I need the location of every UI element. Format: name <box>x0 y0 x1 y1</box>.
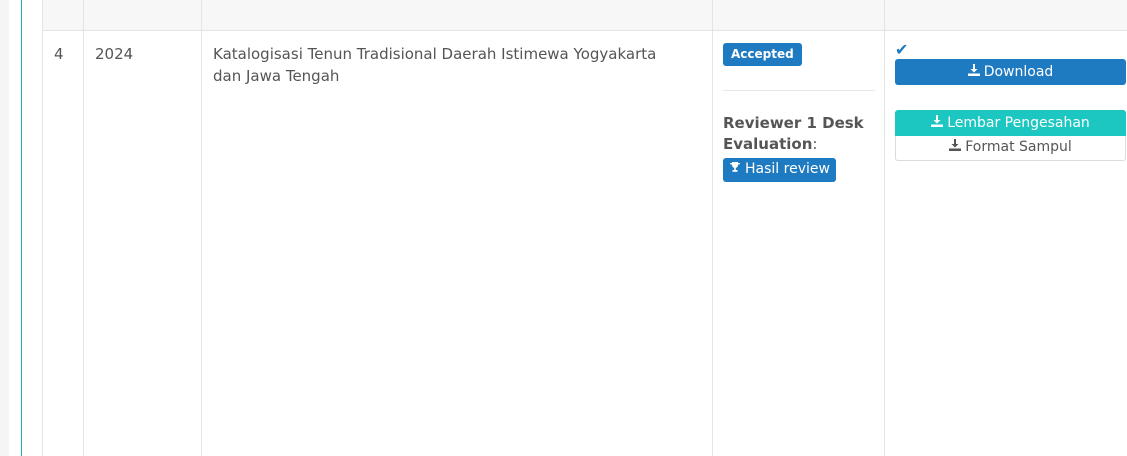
proposal-table: 4 2024 Katalogisasi Tenun Tradisional Da… <box>42 0 1127 456</box>
proposal-table-wrap: 4 2024 Katalogisasi Tenun Tradisional Da… <box>42 0 1127 456</box>
proposal-title: Katalogisasi Tenun Tradisional Daerah Is… <box>202 31 712 87</box>
check-icon: ✔ <box>895 40 909 59</box>
download-icon <box>949 136 962 158</box>
reviewer-label-text: Reviewer 1 Desk Evaluation <box>723 114 864 153</box>
status-badge: Accepted <box>723 43 802 66</box>
proposal-title-line2: dan Jawa Tengah <box>213 67 340 85</box>
lembar-pengesahan-button[interactable]: Lembar Pengesahan <box>895 110 1126 136</box>
reviewer-label: Reviewer 1 Desk Evaluation: <box>723 113 874 155</box>
actions-cell: ✔ Download Lembar Pengesahan Format Samp… <box>884 30 1127 456</box>
title-cell: Katalogisasi Tenun Tradisional Daerah Is… <box>201 30 713 456</box>
left-gutter <box>0 0 9 456</box>
row-number-cell: 4 <box>42 30 84 456</box>
download-label: Download <box>983 64 1054 80</box>
proposal-title-line1: Katalogisasi Tenun Tradisional Daerah Is… <box>213 45 657 63</box>
header-cell <box>712 0 885 31</box>
status-cell: Accepted Reviewer 1 Desk Evaluation: Has… <box>712 30 885 456</box>
table-header-row <box>42 0 1127 31</box>
header-cell <box>201 0 713 31</box>
download-icon <box>931 110 944 136</box>
format-sampul-label: Format Sampul <box>965 139 1072 155</box>
row-year: 2024 <box>95 45 134 63</box>
trophy-icon <box>729 161 741 178</box>
table-row: 4 2024 Katalogisasi Tenun Tradisional Da… <box>42 30 1127 456</box>
download-icon <box>967 59 980 85</box>
lembar-pengesahan-label: Lembar Pengesahan <box>947 115 1090 131</box>
row-number: 4 <box>54 45 64 63</box>
header-cell <box>884 0 1127 31</box>
hasil-review-label: Hasil review <box>745 161 830 177</box>
left-accent-bar <box>21 0 22 456</box>
year-cell: 2024 <box>83 30 202 456</box>
hasil-review-button[interactable]: Hasil review <box>723 158 836 182</box>
status-divider <box>723 90 875 91</box>
reviewer-label-colon: : <box>812 135 818 153</box>
download-button[interactable]: Download <box>895 59 1126 85</box>
format-sampul-button[interactable]: Format Sampul <box>895 136 1126 161</box>
page: 4 2024 Katalogisasi Tenun Tradisional Da… <box>0 0 1127 456</box>
header-cell <box>83 0 202 31</box>
header-cell <box>42 0 84 31</box>
